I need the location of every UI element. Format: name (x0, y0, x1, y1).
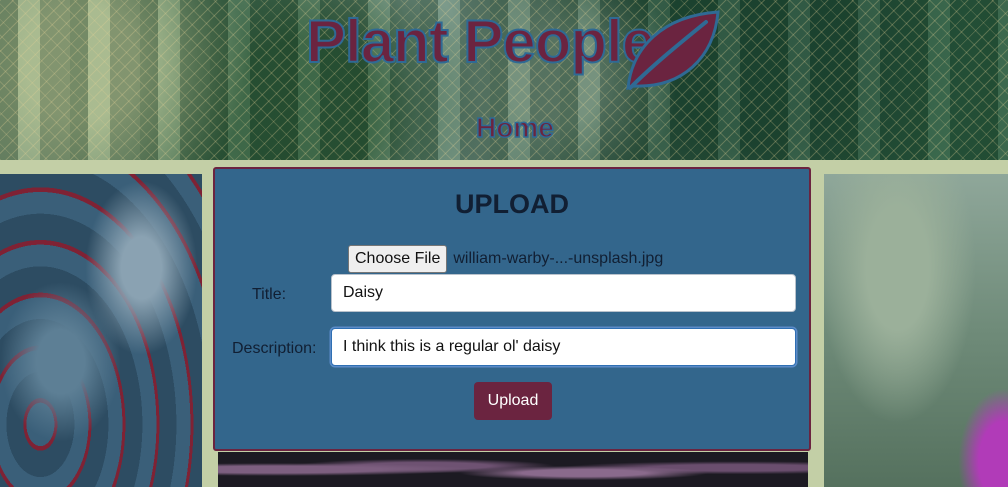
selected-file-name: william-warby-...-unsplash.jpg (453, 250, 664, 267)
description-label: Description: (232, 340, 317, 357)
succulent-photo-left (0, 174, 202, 487)
plant-photo-right (824, 174, 1008, 487)
title-input[interactable] (331, 274, 796, 312)
site-logo-text[interactable]: Plant People (305, 11, 656, 73)
upload-button[interactable]: Upload (474, 382, 552, 420)
title-label: Title: (252, 286, 287, 303)
choose-file-button[interactable]: Choose File (348, 245, 448, 273)
nav-home-link[interactable]: Home (475, 111, 554, 144)
leaf-icon (626, 10, 720, 91)
header-banner: Plant People Home (0, 0, 1008, 160)
description-input[interactable] (331, 328, 796, 366)
upload-heading: UPLOAD (455, 189, 569, 219)
upload-form: UPLOAD Choose File william-warby-...-uns… (213, 167, 811, 451)
file-picker: Choose File william-warby-...-unsplash.j… (348, 245, 663, 273)
succulent-photo-bottom (218, 452, 808, 487)
